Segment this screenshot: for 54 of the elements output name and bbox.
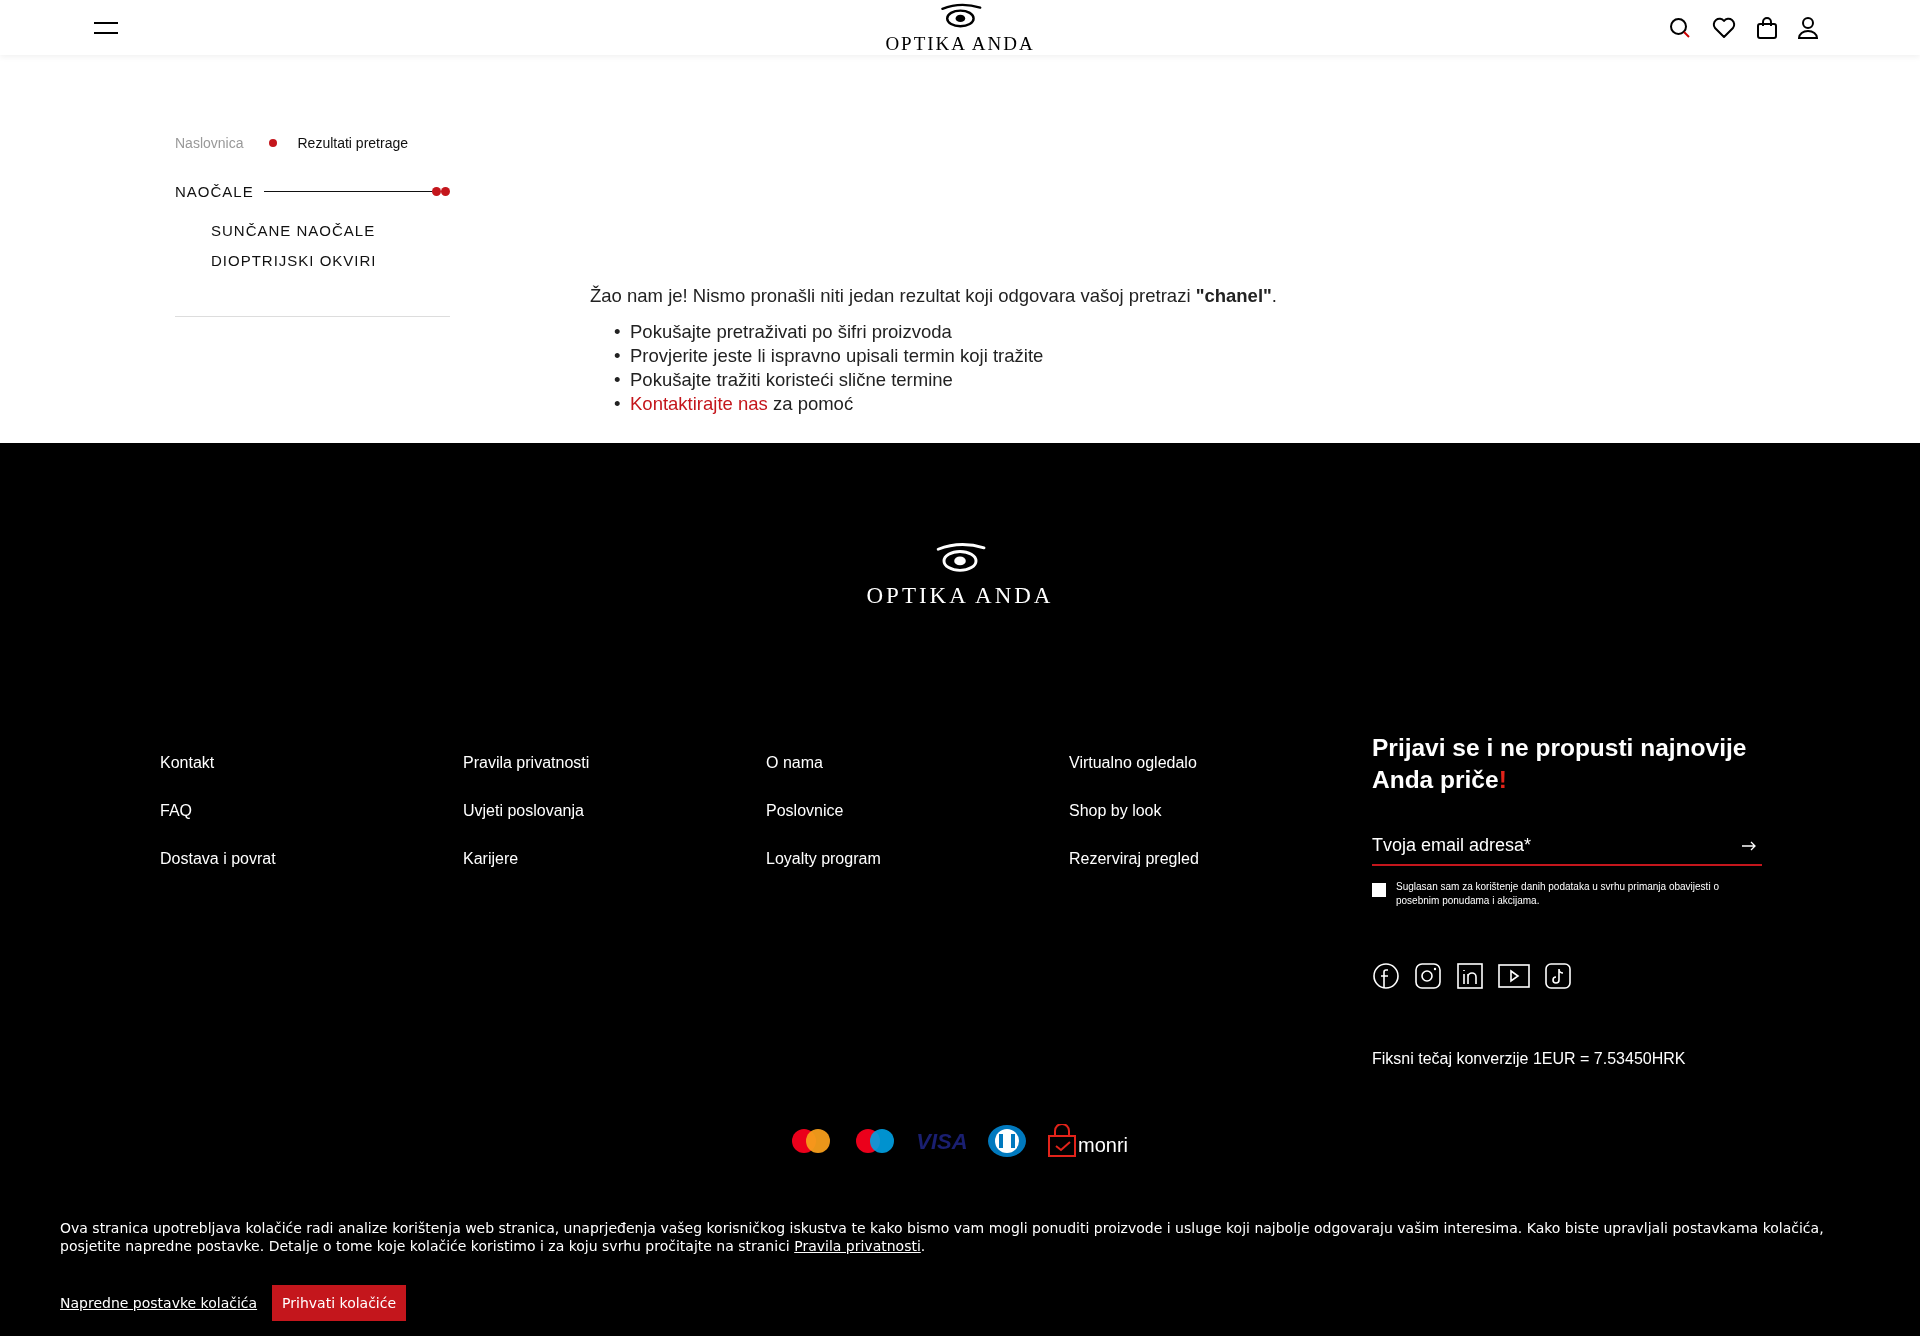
monri-logo: monri — [1047, 1124, 1131, 1158]
footer-link[interactable]: Virtualno ogledalo — [1069, 752, 1372, 773]
instagram-icon[interactable] — [1414, 962, 1442, 990]
footer-link[interactable]: Loyalty program — [766, 848, 1069, 869]
user-icon[interactable] — [1798, 16, 1818, 39]
footer-link[interactable]: Dostava i povrat — [160, 848, 463, 869]
bullet: • — [614, 368, 622, 392]
arrow-right-icon[interactable] — [1742, 841, 1756, 851]
tip-text: Provjerite jeste li ispravno upisali termin koji tražite — [630, 345, 1044, 366]
email-field[interactable]: Tvoja email adresa* — [1372, 826, 1762, 866]
accept-cookies-button[interactable]: Prihvati kolačiće — [272, 1285, 407, 1321]
search-icon[interactable] — [1669, 16, 1691, 39]
cookie-notice: Ova stranica upotrebljava kolačiće radi analize korištenja web stranica, unaprjeđenja vašeg korisničkog iskustva te kako bismo vam mogli ponuditi proizvode i usluge koji najbolje odgovaraju vašim interesima. Kako biste upravljali postavkama kolačića, posjetite napredne postavke. Detalje o tome koje kolačiće koristimo i za koju svrhu pročitajte na stranici Pravila privatnosti. — [60, 1219, 1825, 1255]
bullet: • — [614, 344, 622, 368]
consent-checkbox[interactable] — [1372, 883, 1386, 897]
footer-link[interactable]: O nama — [766, 752, 1069, 773]
cookie-settings-link[interactable]: Napredne postavke kolačića — [60, 1295, 258, 1311]
menu-icon[interactable] — [94, 21, 118, 34]
music-note-icon[interactable] — [1544, 962, 1572, 990]
diners-club-logo — [987, 1124, 1027, 1158]
bullet: • — [614, 320, 622, 344]
category-link[interactable]: NAOČALE — [175, 183, 254, 200]
visa-logo: VISA — [917, 1125, 967, 1157]
play-icon[interactable] — [1498, 963, 1530, 989]
bullet: • — [614, 392, 622, 416]
current-page: Rezultati pretrage — [297, 135, 408, 151]
footer-link[interactable]: Poslovnice — [766, 800, 1069, 821]
no-results-message: Žao nam je! Nismo pronašli niti jedan rezultat koji odgovara vašoj pretrazi "chanel". — [590, 285, 1277, 307]
linkedin-icon[interactable] — [1456, 962, 1484, 990]
tip-text: Pokušajte tražiti koristeći slične termine — [630, 369, 953, 390]
logo-text[interactable]: OPTIKA ANDA — [866, 583, 1054, 609]
contact-link[interactable]: Kontaktirajte nas — [630, 393, 768, 414]
subcategory-link[interactable]: SUNČANE NAOČALE — [211, 222, 376, 239]
footer-link[interactable]: FAQ — [160, 800, 463, 821]
maestro-logo — [853, 1128, 897, 1154]
privacy-policy-link[interactable]: Pravila privatnosti — [794, 1238, 921, 1254]
newsletter-heading: Prijavi se i ne propusti najnovije Anda priče! — [1372, 733, 1748, 795]
consent-text: Suglasan sam za korištenje danih podataka u svrhu primanja obavijesti o posebnim ponudama i akcijama. — [1396, 880, 1720, 908]
tip-text: Pokušajte pretraživati po šifri proizvoda — [630, 321, 952, 342]
footer-link[interactable]: Uvjeti poslovanja — [463, 800, 766, 821]
conversion-rate-text: Fiksni tečaj konverzije 1EUR = 7.53450HRK — [1372, 1050, 1687, 1068]
footer-link[interactable]: Shop by look — [1069, 800, 1372, 821]
shopping-bag-icon[interactable] — [1757, 16, 1777, 39]
footer-link[interactable]: Kontakt — [160, 752, 463, 773]
footer-link[interactable]: Rezerviraj pregled — [1069, 848, 1372, 869]
subcategory-link[interactable]: DIOPTRIJSKI OKVIRI — [211, 252, 377, 269]
separator-dot — [269, 139, 278, 147]
facebook-icon[interactable] — [1372, 962, 1400, 990]
tip-text: Kontaktirajte nas za pomoć — [630, 393, 854, 414]
heart-icon[interactable] — [1712, 16, 1736, 39]
logo-text[interactable]: OPTIKA ANDA — [885, 35, 1035, 53]
footer-link[interactable]: Karijere — [463, 848, 766, 869]
mastercard-logo — [789, 1128, 833, 1154]
footer-link[interactable]: Pravila privatnosti — [463, 752, 766, 773]
